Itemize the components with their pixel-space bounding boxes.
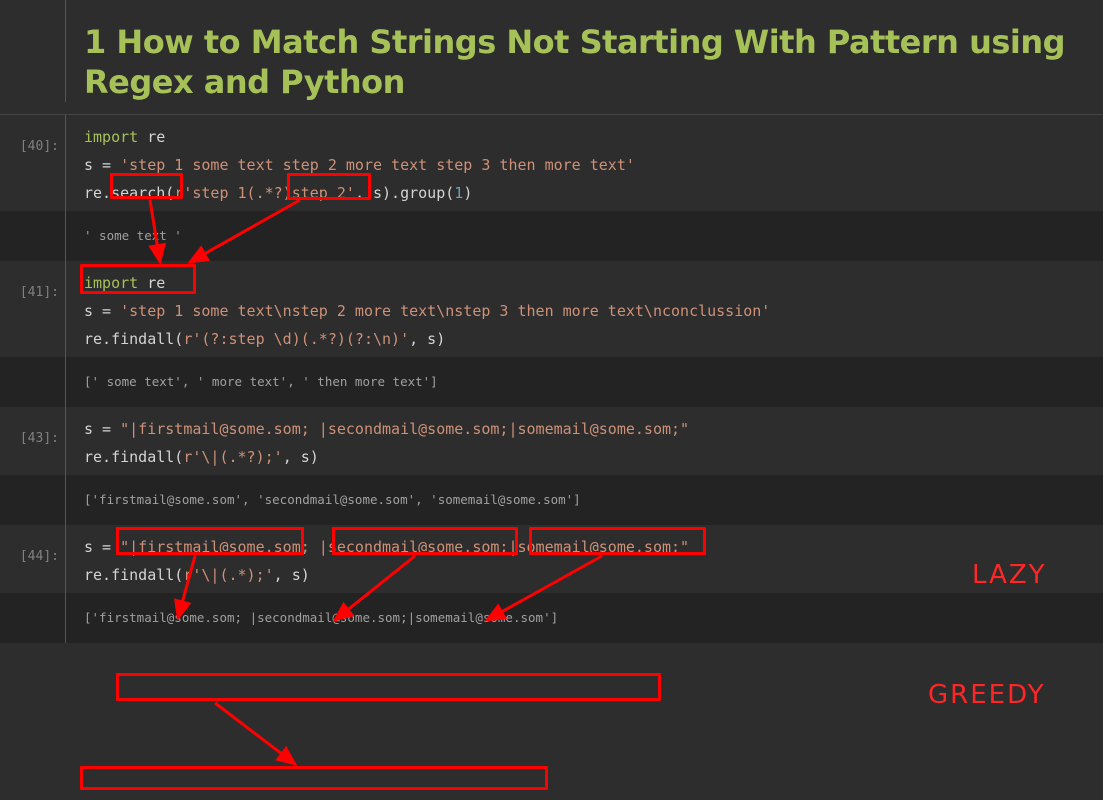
prompt-41: [41]:	[0, 261, 66, 357]
out-prompt-43	[0, 475, 66, 525]
prompt-43: [43]:	[0, 407, 66, 475]
label-lazy: LAZY	[972, 560, 1047, 590]
code-41[interactable]: import re s = 'step 1 some text\nstep 2 …	[66, 261, 1103, 357]
out-prompt-44	[0, 593, 66, 643]
kw-import: import	[84, 128, 138, 146]
code-44[interactable]: s = "|firstmail@some.som; |secondmail@so…	[66, 525, 1103, 593]
code-43[interactable]: s = "|firstmail@some.som; |secondmail@so…	[66, 407, 1103, 475]
label-greedy: GREEDY	[928, 680, 1046, 710]
output-44: ['firstmail@some.som; |secondmail@some.s…	[66, 593, 1103, 643]
heading-title: 1 How to Match Strings Not Starting With…	[84, 0, 1103, 102]
prompt-40: [40]:	[0, 115, 66, 211]
out-prompt-41	[0, 357, 66, 407]
annot-box-output44	[80, 766, 548, 790]
output-43: ['firstmail@some.som', 'secondmail@some.…	[66, 475, 1103, 525]
code-40[interactable]: import re s = 'step 1 some text step 2 m…	[66, 115, 1103, 211]
title-prompt	[0, 0, 66, 102]
annot-box-emailstr2	[116, 673, 661, 701]
out-prompt-40	[0, 211, 66, 261]
output-40: ' some text '	[66, 211, 1103, 261]
prompt-44: [44]:	[0, 525, 66, 593]
output-41: [' some text', ' more text', ' then more…	[66, 357, 1103, 407]
